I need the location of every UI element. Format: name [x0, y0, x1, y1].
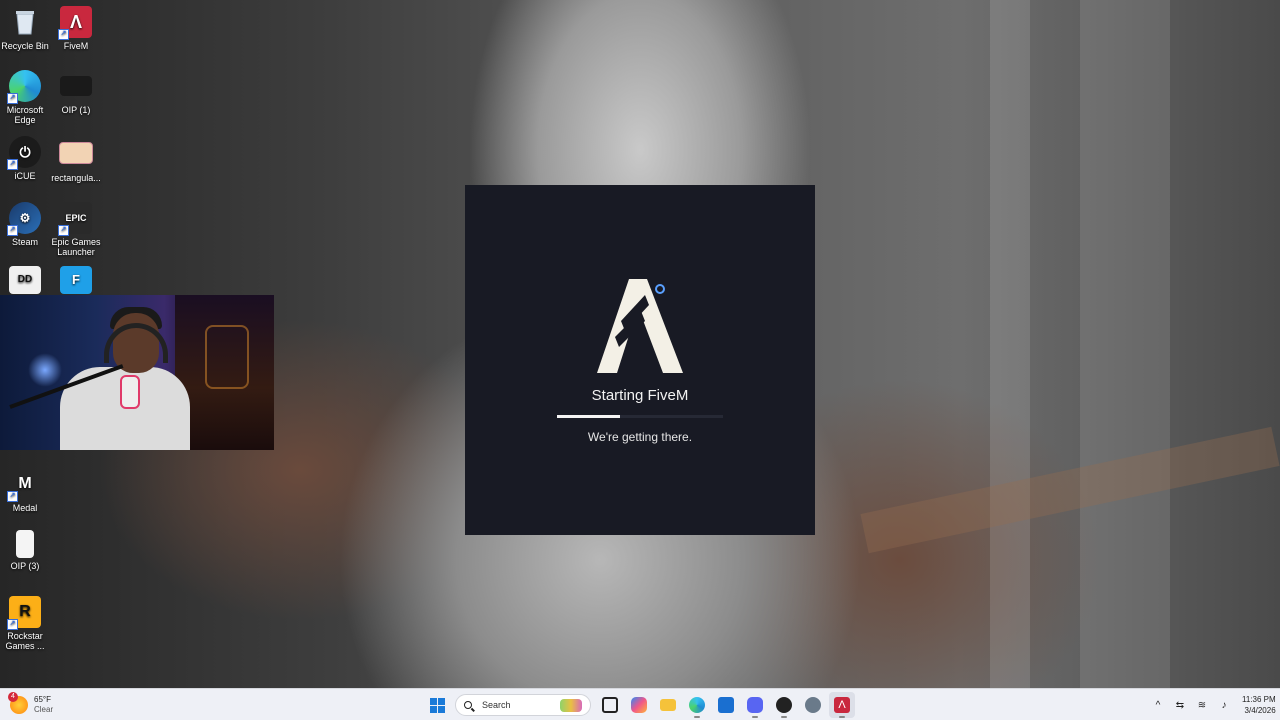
- epic-games-icon: EPIC ↗: [58, 202, 92, 236]
- app-icon: DD: [9, 266, 41, 294]
- weather-condition: Clear: [34, 705, 54, 714]
- clock-time: 11:36 PM: [1242, 695, 1276, 704]
- desktop-icon-icue[interactable]: ⏻ ↗ iCUE: [0, 136, 53, 181]
- weather-sun-icon: 4: [8, 692, 28, 714]
- settings-button[interactable]: [800, 692, 826, 718]
- webcam-overlay: [0, 295, 274, 450]
- folder-icon: [660, 699, 676, 711]
- discord-icon: [747, 697, 763, 713]
- wifi-icon[interactable]: ≋: [1194, 697, 1210, 713]
- image-file-icon: [60, 76, 92, 96]
- windows-logo-icon: [429, 697, 445, 713]
- desktop-icon-oip3[interactable]: OIP (3): [0, 530, 53, 571]
- weather-widget[interactable]: 4 65°F Clear: [8, 692, 54, 717]
- task-view-button[interactable]: [597, 692, 623, 718]
- search-highlight-icon: [560, 699, 582, 712]
- search-icon: [464, 701, 472, 709]
- show-hidden-icons-button[interactable]: ^: [1150, 697, 1166, 713]
- discord-button[interactable]: [742, 692, 768, 718]
- splash-subtitle: We're getting there.: [587, 430, 693, 444]
- fivem-logo-icon: [597, 279, 683, 373]
- desktop-icon-label: rectangula...: [51, 173, 101, 183]
- desktop-icon-label: OIP (3): [10, 561, 40, 571]
- desktop-icon-rectangular[interactable]: rectangula...: [48, 136, 104, 183]
- fortnite-icon: F: [60, 266, 92, 294]
- image-file-icon: [16, 530, 34, 558]
- desktop-icon-rockstar[interactable]: R ↗ Rockstar Games ...: [0, 596, 53, 651]
- desktop-icon-fivem[interactable]: Λ ↗ FiveM: [48, 6, 104, 51]
- fivem-icon: Λ ↗: [58, 6, 92, 40]
- recycle-bin-icon: [9, 6, 41, 38]
- app-icon: [776, 697, 792, 713]
- microphone-icon: [120, 375, 140, 409]
- medal-icon: M ↗: [7, 468, 41, 502]
- copilot-icon: [631, 697, 647, 713]
- edge-icon: [689, 697, 705, 713]
- desktop-icon-recycle-bin[interactable]: Recycle Bin: [0, 6, 53, 51]
- desktop-icon-label: Medal: [12, 503, 38, 513]
- icue-icon: ⏻ ↗: [7, 136, 41, 170]
- desktop-icon-label: Steam: [11, 237, 38, 247]
- splash-title: Starting FiveM: [591, 387, 689, 404]
- gear-icon: [805, 697, 821, 713]
- image-file-icon: [59, 142, 93, 164]
- store-button[interactable]: [713, 692, 739, 718]
- system-clock[interactable]: 11:36 PM 3/4/2026: [1242, 694, 1276, 716]
- taskbar: 4 65°F Clear Search Λ ^ ⇆ ≋ ♪ 11:36 PM 3…: [0, 688, 1280, 720]
- desktop-icon-steam[interactable]: ⚙ ↗ Steam: [0, 202, 53, 247]
- desktop-icon-label: OIP (1): [61, 105, 91, 115]
- desktop-icon-label: Microsoft Edge: [6, 105, 44, 125]
- desktop-icon-label: Recycle Bin: [1, 41, 49, 51]
- file-explorer-button[interactable]: [655, 692, 681, 718]
- steam-icon: ⚙ ↗: [7, 202, 41, 236]
- network-device-icon[interactable]: ⇆: [1172, 697, 1188, 713]
- desktop-icon-oip1[interactable]: OIP (1): [48, 70, 104, 115]
- desktop-icon-partial-2[interactable]: F: [48, 266, 104, 297]
- notification-badge: 4: [8, 692, 18, 702]
- desktop-icon-medal[interactable]: M ↗ Medal: [0, 468, 53, 513]
- loading-progress-bar: [557, 415, 723, 418]
- fivem-taskbar-button[interactable]: Λ: [829, 692, 855, 718]
- rockstar-icon: R ↗: [7, 596, 41, 630]
- fivem-icon: Λ: [834, 697, 850, 713]
- copilot-button[interactable]: [626, 692, 652, 718]
- volume-icon[interactable]: ♪: [1216, 697, 1232, 713]
- desktop-icon-epic-games[interactable]: EPIC ↗ Epic Games Launcher: [48, 202, 104, 257]
- search-placeholder: Search: [482, 700, 511, 710]
- app-button[interactable]: [771, 692, 797, 718]
- edge-taskbar-button[interactable]: [684, 692, 710, 718]
- start-button[interactable]: [424, 692, 450, 718]
- clock-date: 3/4/2026: [1244, 706, 1276, 715]
- desktop-icon-label: Epic Games Launcher: [51, 237, 101, 257]
- desktop-icon-partial-1[interactable]: DD: [0, 266, 53, 297]
- taskbar-search[interactable]: Search: [455, 694, 591, 716]
- desktop-icon-edge[interactable]: ↗ Microsoft Edge: [0, 70, 53, 125]
- desktop-icon-label: FiveM: [63, 41, 89, 51]
- loading-progress-fill: [557, 415, 621, 418]
- desktop-icon-label: iCUE: [14, 171, 36, 181]
- fivem-splash-window: Starting FiveM We're getting there.: [465, 185, 815, 535]
- store-icon: [718, 697, 734, 713]
- edge-icon: ↗: [7, 70, 41, 104]
- task-view-icon: [602, 697, 618, 713]
- weather-temperature: 65°F: [34, 695, 51, 704]
- desktop-icon-label: Rockstar Games ...: [5, 631, 45, 651]
